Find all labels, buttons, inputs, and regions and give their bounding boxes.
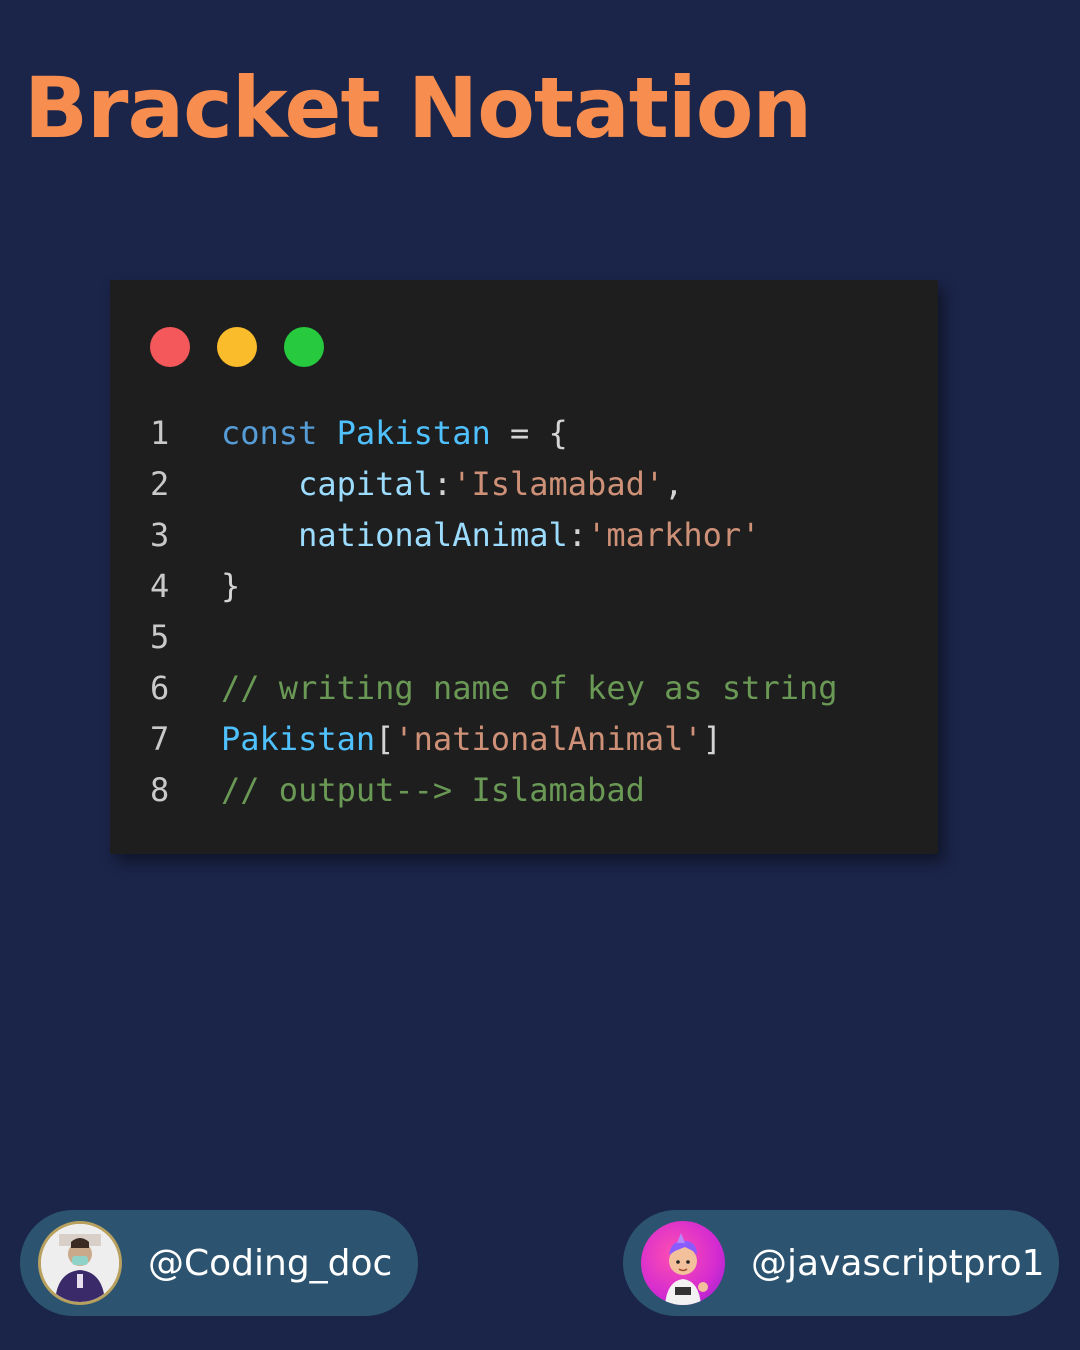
code-window: 1 const Pakistan = {2 capital:'Islamabad'… <box>110 280 938 854</box>
code-token: // writing name of key as string <box>221 669 838 707</box>
line-number: 6 <box>150 669 170 707</box>
avatar <box>641 1221 725 1305</box>
avatar <box>38 1221 122 1305</box>
code-token: const <box>221 414 337 452</box>
window-close-dot <box>150 327 190 367</box>
code-token: ] <box>702 720 722 758</box>
code-text: capital:'Islamabad', <box>221 459 683 510</box>
code-token: capital <box>221 465 433 503</box>
handle-badge-coding-doc: @Coding_doc <box>20 1210 418 1316</box>
code-token: : <box>432 465 453 503</box>
code-line: 6 // writing name of key as string <box>110 663 938 714</box>
code-text: Pakistan['nationalAnimal'] <box>221 714 722 765</box>
code-token: , <box>664 465 684 503</box>
code-token: nationalAnimal <box>221 516 568 554</box>
window-maximize-dot <box>284 327 324 367</box>
code-line: 1 const Pakistan = { <box>110 408 938 459</box>
window-minimize-dot <box>217 327 257 367</box>
code-text: } <box>221 561 240 612</box>
handle-text: @Coding_doc <box>148 1242 393 1284</box>
code-token: Pakistan <box>221 720 376 758</box>
code-token: [ <box>375 720 395 758</box>
code-block: 1 const Pakistan = {2 capital:'Islamabad'… <box>110 408 938 816</box>
code-line: 8 // output--> Islamabad <box>110 765 938 816</box>
code-line: 2 capital:'Islamabad', <box>110 459 938 510</box>
page-title: Bracket Notation <box>24 59 812 157</box>
line-number: 2 <box>150 465 170 503</box>
code-token: : <box>567 516 588 554</box>
code-token: } <box>221 567 241 605</box>
code-line: 4} <box>110 561 938 612</box>
line-number: 8 <box>150 771 170 809</box>
code-token: Pakistan <box>336 414 491 452</box>
code-token: = { <box>490 414 568 452</box>
code-line: 5 <box>110 612 938 663</box>
code-text: // writing name of key as string <box>221 663 838 714</box>
code-token: 'nationalAnimal' <box>394 720 703 758</box>
line-number: 1 <box>150 414 170 452</box>
line-number: 5 <box>150 618 170 656</box>
code-text: const Pakistan = { <box>221 408 568 459</box>
line-number: 3 <box>150 516 170 554</box>
code-token: 'Islamabad' <box>452 465 665 503</box>
code-token: 'markhor' <box>587 516 761 554</box>
code-text: nationalAnimal:'markhor' <box>221 510 760 561</box>
code-line: 7 Pakistan['nationalAnimal'] <box>110 714 938 765</box>
code-line: 3 nationalAnimal:'markhor' <box>110 510 938 561</box>
code-text: // output--> Islamabad <box>221 765 645 816</box>
handle-badge-javascriptpro1: @javascriptpro1 <box>623 1210 1059 1316</box>
line-number: 7 <box>150 720 170 758</box>
handle-text: @javascriptpro1 <box>751 1242 1045 1284</box>
line-number: 4 <box>150 567 170 605</box>
code-token: // output--> Islamabad <box>221 771 645 809</box>
